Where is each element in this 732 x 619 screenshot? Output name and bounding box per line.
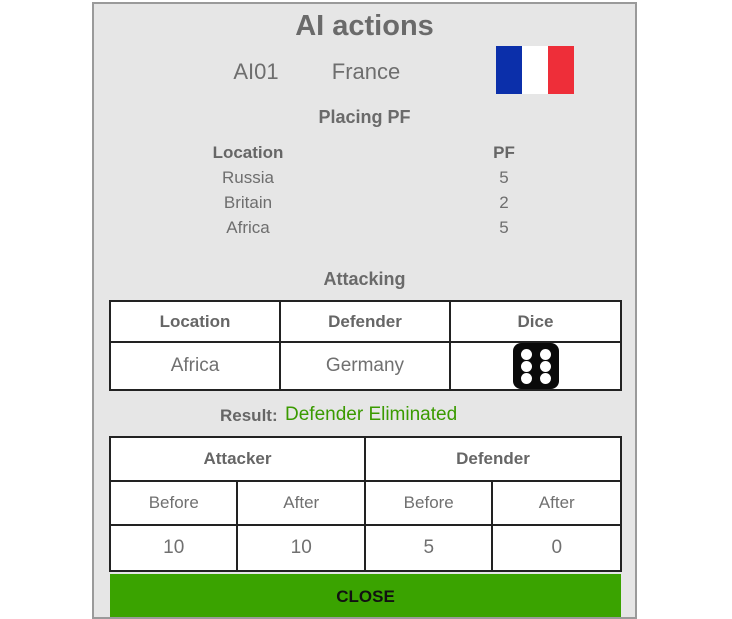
placing-pf-cell: 5: [499, 168, 509, 187]
attacker-after-header: After: [236, 480, 366, 526]
placing-pf-header: PF: [493, 143, 515, 162]
dialog-title: AI actions: [295, 10, 434, 42]
placing-pf-cell: 2: [499, 193, 509, 212]
placing-pf-cell: 5: [499, 218, 509, 237]
attacking-title: Attacking: [323, 269, 406, 289]
attack-dice-cell: [449, 341, 622, 391]
placing-location-cell: Britain: [223, 193, 273, 212]
attack-location-header: Location: [109, 300, 281, 343]
attacker-before-header: Before: [108, 480, 239, 526]
attack-defender-header: Defender: [279, 300, 451, 343]
ai-actions-dialog: AI actions AI01 France Placing PF Locati…: [92, 2, 637, 619]
placing-pf-title: Placing PF: [318, 107, 411, 127]
defender-before-value: 5: [363, 524, 494, 572]
player-id: AI01: [233, 59, 279, 84]
attack-defender-cell: Germany: [279, 341, 451, 391]
defender-before-header: Before: [363, 480, 494, 526]
defender-after-header: After: [491, 480, 622, 526]
attacking-table: Location Defender Dice Africa Germany: [109, 300, 622, 391]
france-flag-icon: [496, 46, 574, 94]
placing-location-cell: Africa: [226, 218, 270, 237]
attack-dice-header: Dice: [449, 300, 622, 343]
country-name: France: [331, 59, 401, 84]
attacker-before-value: 10: [108, 524, 239, 572]
placing-location-header: Location: [212, 143, 284, 162]
placing-pf-column: PF 5 2 5: [474, 140, 534, 240]
result-label: Result:: [220, 406, 278, 425]
defender-header: Defender: [363, 436, 623, 482]
placing-location-cell: Russia: [222, 168, 274, 187]
result-value: Defender Eliminated: [285, 404, 458, 425]
attack-location-cell: Africa: [109, 341, 281, 391]
strength-table: Attacker Defender Before After Before Af…: [108, 436, 623, 572]
defender-after-value: 0: [491, 524, 622, 572]
dice-six-icon: [512, 343, 559, 389]
attacker-after-value: 10: [236, 524, 366, 572]
close-button[interactable]: CLOSE: [110, 574, 621, 617]
attacker-header: Attacker: [109, 436, 366, 482]
placing-location-column: Location Russia Britain Africa: [196, 140, 300, 240]
